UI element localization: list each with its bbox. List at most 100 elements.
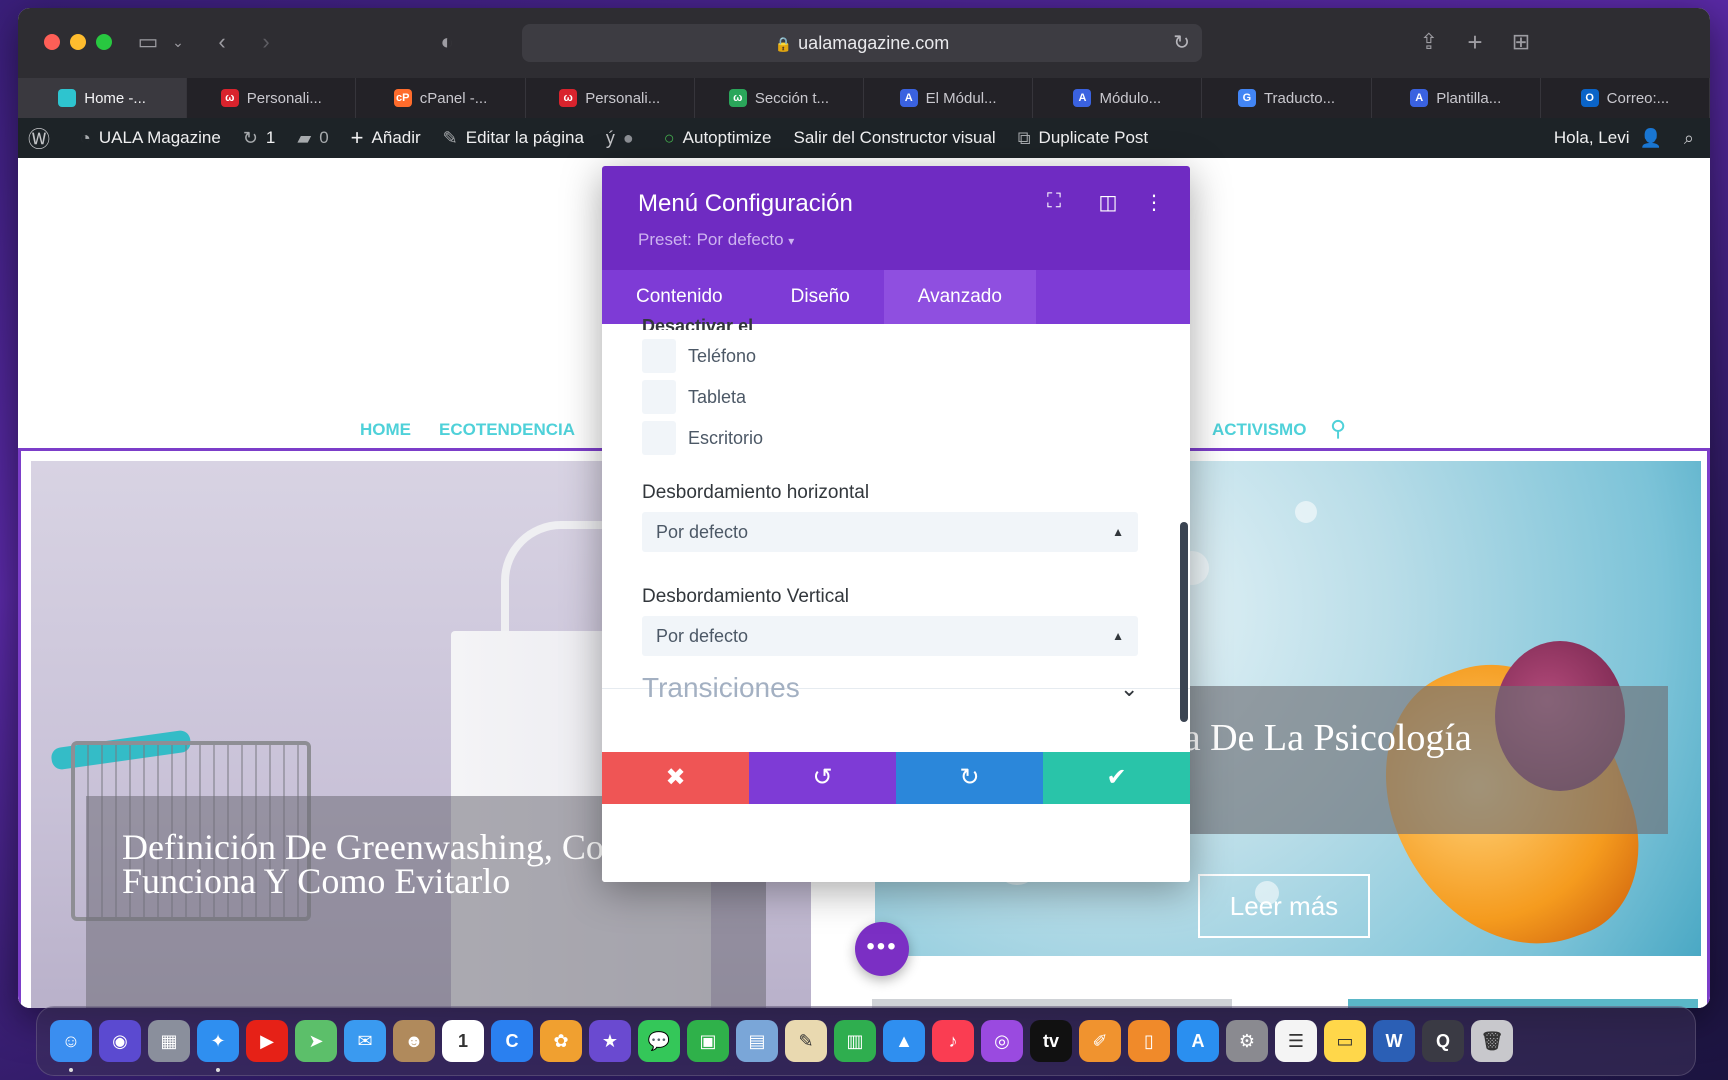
split-view-icon[interactable]: ◫ <box>1096 190 1120 215</box>
siri-icon[interactable]: ◉ <box>99 1020 141 1062</box>
privacy-shield-icon[interactable]: ◐ <box>434 28 460 56</box>
undo-button[interactable]: ↺ <box>749 752 896 804</box>
device-option-tablet[interactable]: Tableta <box>642 380 746 414</box>
browser-tab[interactable]: cP cPanel -... <box>356 78 526 118</box>
imovie-icon[interactable]: ★ <box>589 1020 631 1062</box>
updates-icon: ↻ <box>242 127 258 148</box>
save-button[interactable]: ✔ <box>1043 752 1190 804</box>
nav-ecotendencia[interactable]: ECOTENDENCIA <box>439 420 575 440</box>
browser-tab[interactable]: A Plantilla... <box>1372 78 1541 118</box>
edit-page-link[interactable]: ✎ Editar la página <box>443 128 584 149</box>
site-name-link[interactable]: ◔ UALA Magazine <box>80 128 221 149</box>
browser-tab[interactable]: A Módulo... <box>1033 78 1203 118</box>
launchpad-icon[interactable]: ▦ <box>148 1020 190 1062</box>
browser-tab[interactable]: ω Personali... <box>187 78 357 118</box>
autoptimize-link[interactable]: ○ Autoptimize <box>664 128 772 149</box>
comments-link[interactable]: ▰ 0 <box>297 128 328 149</box>
my-account-link[interactable]: Hola, Levi 👤 <box>1554 128 1662 149</box>
finder-icon[interactable]: ☺ <box>50 1020 92 1072</box>
creative-cloud-icon[interactable]: C <box>491 1020 533 1062</box>
zoom-window-button[interactable] <box>96 34 112 50</box>
back-icon[interactable]: ‹ <box>210 28 234 56</box>
more-options-icon[interactable]: ⋮ <box>1142 190 1166 215</box>
tab-label: Home -... <box>84 89 146 107</box>
app-store-icon[interactable]: A <box>1177 1020 1219 1062</box>
pages-icon[interactable]: ✐ <box>1079 1020 1121 1062</box>
modal-header: Menú Configuración Preset: Por defecto ▾… <box>602 166 1190 270</box>
desktop-checkbox[interactable] <box>642 421 676 455</box>
browser-tab[interactable]: O Correo:... <box>1541 78 1710 118</box>
reload-icon[interactable]: ↻ <box>1173 24 1190 62</box>
new-tab-icon[interactable]: + <box>1462 28 1488 56</box>
podcasts-icon[interactable]: ◎ <box>981 1020 1023 1062</box>
preview-icon[interactable]: ▤ <box>736 1020 778 1062</box>
browser-tab[interactable]: G Traducto... <box>1202 78 1372 118</box>
photos-icon[interactable]: ✿ <box>540 1020 582 1062</box>
facetime-icon[interactable]: ▣ <box>687 1020 729 1062</box>
device-option-phone[interactable]: Teléfono <box>642 339 756 373</box>
system-preferences-icon[interactable]: ⚙ <box>1226 1020 1268 1062</box>
textedit-icon[interactable]: ✎ <box>785 1020 827 1062</box>
browser-tab[interactable]: ω Sección t... <box>695 78 865 118</box>
browser-tab[interactable]: A El Módul... <box>864 78 1034 118</box>
notes-icon[interactable]: ▭ <box>1324 1020 1366 1062</box>
music-icon[interactable]: ♪ <box>932 1020 974 1062</box>
browser-tab[interactable]: ω Personali... <box>526 78 695 118</box>
close-window-button[interactable] <box>44 34 60 50</box>
overflow-y-select[interactable]: Por defecto ▲ <box>642 616 1138 656</box>
search-icon: ⌕ <box>1683 127 1694 148</box>
books-icon[interactable]: ▯ <box>1128 1020 1170 1062</box>
updates-link[interactable]: ↻ 1 <box>243 128 276 149</box>
minimize-window-button[interactable] <box>70 34 86 50</box>
forward-icon[interactable]: › <box>254 28 278 56</box>
discard-button[interactable]: ✖ <box>602 752 749 804</box>
nav-home[interactable]: HOME <box>360 420 411 440</box>
tab-diseno[interactable]: Diseño <box>757 270 884 324</box>
browser-tab[interactable]: Home -... <box>18 78 188 118</box>
admin-search[interactable]: ⌕ <box>1684 128 1694 149</box>
add-new-link[interactable]: + Añadir <box>351 125 421 151</box>
tab-avanzado[interactable]: Avanzado <box>883 270 1036 324</box>
phone-checkbox[interactable] <box>642 339 676 373</box>
reminders-icon[interactable]: ☰ <box>1275 1020 1317 1062</box>
youtube-icon[interactable]: ▶ <box>246 1020 288 1062</box>
duplicate-post-link[interactable]: ⧉ Duplicate Post <box>1018 128 1148 149</box>
yoast-link[interactable]: ý ● <box>606 128 642 149</box>
transitions-toggle[interactable]: Transiciones <box>642 672 800 704</box>
mail-icon[interactable]: ✉ <box>344 1020 386 1062</box>
numbers-icon[interactable]: ▥ <box>834 1020 876 1062</box>
address-bar[interactable]: 🔒 ualamagazine.com ↻ <box>522 24 1202 62</box>
tab-favicon-icon: A <box>1073 89 1092 107</box>
keynote-icon[interactable]: ▲ <box>883 1020 925 1062</box>
redo-button[interactable]: ↻ <box>896 752 1043 804</box>
wp-logo[interactable]: Ⓦ <box>28 122 58 154</box>
dock: ☺ ◉ ▦ ✦ ▶ ➤ ✉ ☻ 1 C ✿ ★ 💬 ▣ ▤ ✎ ▥ ▲ ♪ ◎ tv ✐ ▯ A ⚙ ☰ ▭ W Q 🗑 <box>36 1006 1696 1076</box>
chevron-down-icon[interactable]: ⌄ <box>1120 676 1138 702</box>
quicktime-icon[interactable]: Q <box>1422 1020 1464 1062</box>
sidebar-toggle-icon[interactable]: ▭ <box>134 28 162 56</box>
tab-favicon-icon: A <box>899 89 918 107</box>
builder-options-button[interactable]: ••• <box>855 922 909 976</box>
chevron-down-icon[interactable]: ⌄ <box>170 28 186 56</box>
fullscreen-icon[interactable]: ⛶ <box>1042 190 1066 213</box>
calendar-icon[interactable]: 1 <box>442 1020 484 1062</box>
tab-label: cPanel -... <box>419 89 488 107</box>
trash-icon[interactable]: 🗑 <box>1471 1020 1513 1062</box>
exit-visual-builder-link[interactable]: Salir del Constructor visual <box>793 128 995 148</box>
contacts-icon[interactable]: ☻ <box>393 1020 435 1062</box>
tablet-checkbox[interactable] <box>642 380 676 414</box>
safari-icon[interactable]: ✦ <box>197 1020 239 1072</box>
messages-icon[interactable]: 💬 <box>638 1020 680 1062</box>
nav-activismo[interactable]: ACTIVISMO <box>1212 420 1306 440</box>
scrollbar-thumb[interactable] <box>1180 522 1188 722</box>
share-icon[interactable]: ⇪ <box>1416 28 1442 56</box>
device-option-desktop[interactable]: Escritorio <box>642 421 763 455</box>
maps-icon[interactable]: ➤ <box>295 1020 337 1062</box>
nav-search-icon[interactable]: ⚲ <box>1330 416 1346 442</box>
preset-selector[interactable]: Preset: Por defecto ▾ <box>638 230 794 250</box>
apple-tv-icon[interactable]: tv <box>1030 1020 1072 1062</box>
read-more-button[interactable]: Leer más <box>1198 874 1370 938</box>
overflow-x-select[interactable]: Por defecto ▲ <box>642 512 1138 552</box>
tab-overview-icon[interactable]: ⊞ <box>1508 28 1534 56</box>
word-icon[interactable]: W <box>1373 1020 1415 1062</box>
